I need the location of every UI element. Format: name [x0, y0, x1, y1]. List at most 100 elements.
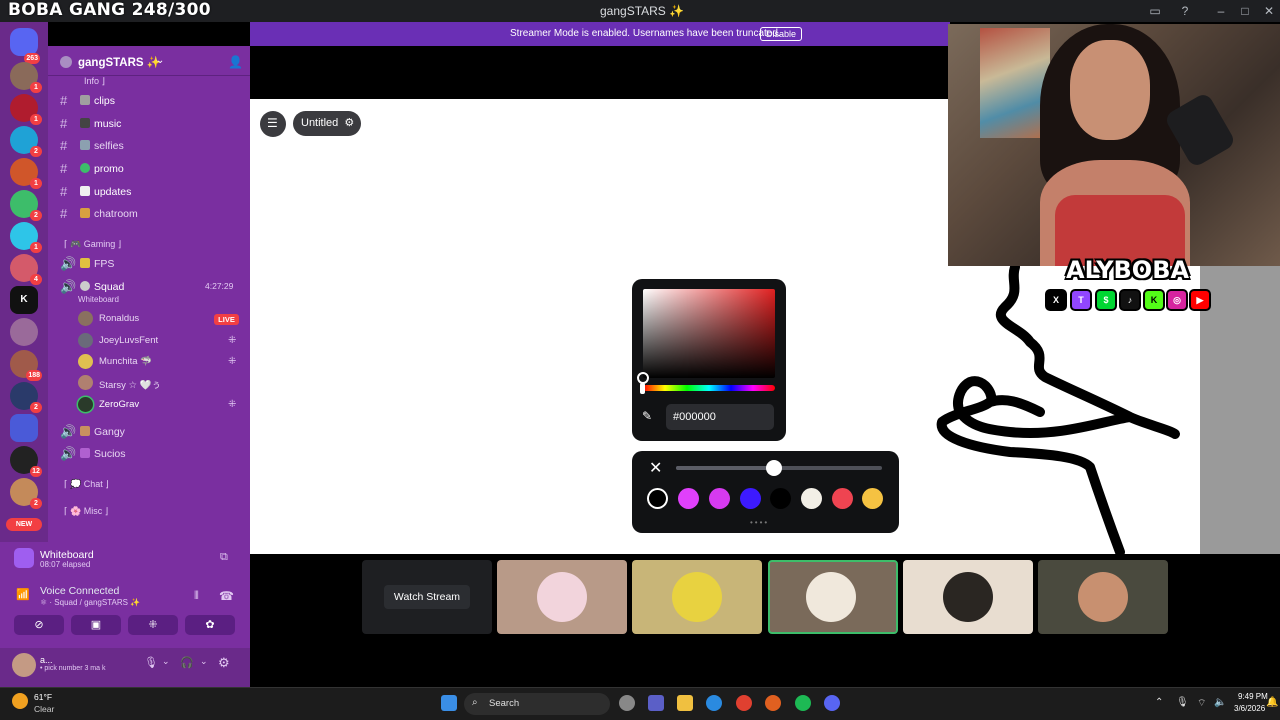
clock-time[interactable]: 9:49 PM — [1238, 692, 1268, 701]
channel-music[interactable]: # music — [58, 114, 244, 134]
color-swatch-white[interactable] — [801, 488, 822, 509]
popout-icon[interactable]: ⧉ — [220, 551, 228, 564]
user-status: • pick number 3 ma k — [40, 665, 106, 672]
settings-gear-icon[interactable]: ⚙ — [218, 655, 230, 671]
chevron-down-icon[interactable]: ⌄ — [162, 656, 170, 667]
channel-promo[interactable]: # promo — [58, 159, 244, 179]
spotify-icon[interactable] — [795, 695, 811, 711]
category-chat[interactable]: ⌈ 💭 Chat ⌋ — [64, 479, 109, 490]
color-swatch-magenta[interactable] — [678, 488, 699, 509]
channel-selfies[interactable]: # selfies — [58, 136, 244, 156]
color-swatch-red[interactable] — [832, 488, 853, 509]
server-icon[interactable]: 2 — [10, 478, 42, 509]
voice-channel-sucios[interactable]: 🔊 Sucios — [58, 444, 244, 464]
notification-bell-icon[interactable]: 🔔 — [1266, 697, 1278, 708]
chevron-up-icon[interactable]: ⌃ — [1155, 697, 1163, 708]
obs-icon[interactable] — [619, 695, 635, 711]
saturation-value-area[interactable] — [643, 289, 775, 378]
hash-icon: # — [60, 116, 68, 131]
watch-stream-button[interactable]: Watch Stream — [384, 585, 470, 609]
activity-icon: ⁜ — [228, 335, 237, 346]
voice-user-row[interactable]: Starsy ☆ 🤍ぅ — [78, 373, 243, 393]
activities-button[interactable]: ⁜ — [128, 615, 178, 635]
color-swatch-black-2[interactable] — [770, 488, 791, 509]
stroke-size-handle[interactable] — [766, 460, 782, 476]
teams-icon[interactable] — [648, 695, 664, 711]
microphone-icon[interactable]: 🎙 — [144, 656, 158, 669]
channel-updates[interactable]: # updates — [58, 182, 244, 202]
voice-user-row[interactable]: ZeroGrav — [78, 395, 243, 415]
weather-icon[interactable] — [12, 693, 28, 709]
chrome-icon[interactable] — [736, 695, 752, 711]
hue-handle[interactable] — [640, 383, 645, 394]
voice-channel-fps[interactable]: 🔊 FPS — [58, 254, 244, 274]
add-member-icon[interactable]: 👤 — [228, 55, 243, 69]
screen-share-button[interactable]: ▣ — [71, 615, 121, 635]
clock-date[interactable]: 3/6/2026 — [1234, 704, 1265, 713]
voice-user-row[interactable]: Munchita 🦈 — [78, 352, 243, 372]
color-swatch-yellow[interactable] — [862, 488, 883, 509]
server-icon[interactable] — [10, 414, 38, 442]
server-icon[interactable]: 1 — [10, 94, 42, 125]
hue-slider[interactable] — [643, 385, 775, 391]
color-swatch-purple[interactable] — [709, 488, 730, 509]
avatar — [672, 572, 722, 622]
category-misc[interactable]: ⌈ 🌸 Misc ⌋ — [64, 506, 108, 517]
file-explorer-icon[interactable] — [677, 695, 693, 711]
menu-icon: ☰ — [267, 116, 278, 130]
server-icon[interactable]: 2 — [10, 126, 42, 157]
server-icon[interactable] — [10, 318, 38, 346]
voice-channel-gangy[interactable]: 🔊 Gangy — [58, 422, 244, 442]
close-icon[interactable]: ✕ — [1260, 3, 1278, 19]
home-button[interactable]: 263 — [10, 28, 40, 64]
volume-icon[interactable]: 🔈 — [1214, 697, 1226, 708]
server-icon[interactable]: 1 — [10, 222, 42, 253]
voice-user-row[interactable]: JoeyLuvsFent — [78, 331, 243, 351]
firefox-icon[interactable] — [765, 695, 781, 711]
hex-input[interactable]: #000000 — [666, 404, 774, 430]
inbox-icon[interactable]: ▭ — [1146, 3, 1164, 19]
server-icon[interactable]: 1 — [10, 158, 42, 189]
server-icon[interactable]: 12 — [10, 446, 42, 477]
taskbar-search[interactable]: Search — [464, 693, 610, 715]
camera-icon — [80, 95, 90, 105]
server-icon[interactable]: 2 — [10, 190, 42, 221]
squad-duration: 4:27:29 — [205, 281, 234, 291]
minimize-icon[interactable]: – — [1212, 3, 1230, 19]
microphone-icon[interactable]: 🎙 — [1176, 697, 1189, 708]
disable-streamer-mode-button[interactable]: Disable — [760, 27, 802, 41]
document-name-button[interactable]: Untitled ⚙ — [293, 111, 361, 136]
avatar — [78, 311, 93, 326]
chevron-down-icon[interactable]: ⌄ — [156, 55, 164, 66]
headphones-icon[interactable]: 🎧 — [180, 656, 194, 669]
voice-connected-channel[interactable]: ⚛ · Squad / gangSTARS ✨ — [40, 598, 140, 607]
avatar — [78, 397, 93, 412]
category-info[interactable]: Info ⌋ — [84, 76, 105, 87]
server-icon[interactable]: 4 — [10, 254, 42, 285]
server-icon[interactable]: K — [10, 286, 38, 314]
maximize-icon[interactable]: □ — [1236, 3, 1254, 19]
close-icon[interactable]: ✕ — [649, 458, 662, 478]
server-icon[interactable]: 188 — [10, 350, 42, 381]
chevron-down-icon[interactable]: ⌄ — [200, 656, 208, 667]
channel-clips[interactable]: # clips — [58, 91, 244, 111]
color-swatch-black[interactable] — [647, 488, 668, 509]
page-dots[interactable]: •••• — [750, 518, 769, 527]
wifi-icon[interactable]: ⌔ — [1197, 697, 1206, 710]
soundboard-button[interactable]: ✿ — [185, 615, 235, 635]
category-gaming[interactable]: ⌈ 🎮 Gaming ⌋ — [64, 239, 121, 250]
avatar — [78, 375, 93, 390]
noise-suppression-icon[interactable]: ⦀ — [194, 590, 199, 603]
channel-chatroom[interactable]: # chatroom — [58, 204, 244, 224]
windows-start-icon[interactable] — [441, 695, 457, 711]
color-swatch-blue[interactable] — [740, 488, 761, 509]
eyedropper-icon[interactable]: ✎ — [642, 409, 652, 423]
avatar[interactable] — [12, 653, 36, 677]
help-icon[interactable]: ? — [1176, 3, 1194, 19]
discord-icon[interactable] — [824, 695, 840, 711]
disconnect-icon[interactable]: ☎ — [219, 589, 234, 603]
server-icon[interactable]: 2 — [10, 382, 42, 413]
server-icon[interactable]: 1 — [10, 62, 42, 93]
camera-toggle-button[interactable]: ⊘ — [14, 615, 64, 635]
copilot-icon[interactable] — [706, 695, 722, 711]
